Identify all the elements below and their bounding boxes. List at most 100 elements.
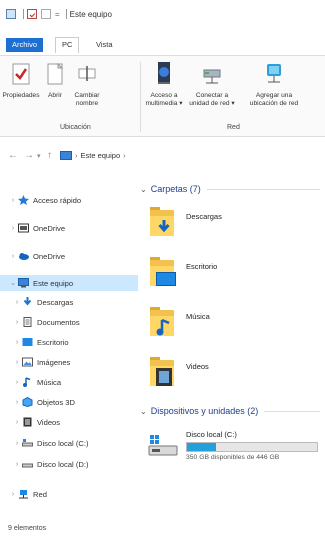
chevron-right-icon[interactable]: › — [8, 491, 18, 498]
chevron-down-icon[interactable]: ⌄ — [140, 407, 147, 416]
image-icon — [22, 357, 33, 367]
chevron-right-icon[interactable]: › — [12, 359, 22, 366]
nav-item-videos[interactable]: › Videos — [12, 414, 138, 430]
cloud-icon — [18, 251, 29, 261]
breadcrumb-este-equipo[interactable]: Este equipo — [81, 151, 121, 160]
chevron-right-icon[interactable]: › — [12, 339, 22, 346]
nav-item-descargas[interactable]: › Descargas — [12, 294, 138, 310]
folder-item-musica[interactable]: Música — [148, 306, 318, 346]
chevron-right-icon[interactable]: › — [8, 225, 18, 232]
quick-access-toolbar: = Este equipo — [6, 9, 112, 19]
nav-label: OneDrive — [33, 251, 66, 261]
chevron-right-icon[interactable]: › — [12, 319, 22, 326]
recent-locations-chevron-icon[interactable]: ▾ — [37, 152, 41, 160]
disk-icon — [22, 438, 33, 448]
nav-item-musica[interactable]: › Música — [12, 374, 138, 390]
section-header-devices[interactable]: ⌄ Dispositivos y unidades (2) — [140, 406, 320, 416]
disk-icon — [22, 459, 33, 469]
folder-label: Descargas — [186, 212, 222, 221]
network-location-icon — [267, 64, 281, 83]
chevron-right-icon[interactable]: › — [8, 253, 18, 260]
nav-item-imagenes[interactable]: › Imágenes — [12, 354, 138, 370]
drive-item-c[interactable]: Disco local (C:) 350 GB disponibles de 4… — [148, 430, 323, 470]
group-divider — [140, 62, 141, 132]
navigation-pane: › Acceso rápido › OneDrive › OneDrive ⌄ … — [0, 178, 138, 538]
drive-label: Disco local (C:) — [186, 430, 237, 439]
rename-icon — [78, 66, 96, 81]
nav-label: Disco local (C:) — [37, 438, 89, 448]
nav-label: Descargas — [37, 297, 74, 307]
map-network-drive-button[interactable]: Conectar a unidad de red ▾ — [186, 60, 238, 108]
media-server-icon — [158, 62, 170, 84]
download-icon — [22, 297, 33, 307]
nav-label: Escritorio — [37, 337, 69, 347]
nav-item-red[interactable]: › Red — [0, 486, 138, 502]
breadcrumb-separator: › — [75, 150, 78, 160]
chevron-right-icon[interactable]: › — [12, 399, 22, 406]
address-bar[interactable]: › Este equipo › — [60, 148, 126, 162]
properties-button[interactable]: Propiedades — [2, 62, 40, 100]
nav-item-onedrive-business[interactable]: › OneDrive — [0, 220, 138, 236]
drive-usage-fill — [187, 443, 216, 451]
up-arrow-icon[interactable]: ↑ — [47, 150, 52, 161]
star-icon — [18, 195, 29, 205]
chevron-right-icon[interactable]: › — [12, 299, 22, 306]
rename-button[interactable]: Cambiar nombre — [70, 62, 104, 108]
folder-item-descargas[interactable]: Descargas — [148, 206, 318, 246]
nav-label: OneDrive — [33, 223, 66, 233]
nav-item-onedrive[interactable]: › OneDrive — [0, 248, 138, 264]
open-icon — [47, 62, 64, 85]
document-icon — [22, 317, 33, 327]
media-access-label: Acceso a multimedia ▾ — [145, 92, 183, 107]
tab-pc[interactable]: PC — [55, 37, 80, 53]
chevron-right-icon[interactable]: › — [8, 197, 18, 204]
rename-label: Cambiar nombre — [74, 92, 100, 107]
chevron-right-icon[interactable]: › — [12, 440, 22, 447]
drive-free-space: 350 GB disponibles de 446 GB — [186, 454, 280, 461]
videos-folder-icon — [148, 356, 176, 388]
nav-label: Videos — [37, 417, 61, 427]
nav-item-disco-c[interactable]: › Disco local (C:) — [12, 435, 138, 451]
properties-check-icon[interactable] — [27, 9, 37, 19]
nav-item-documentos[interactable]: › Documentos — [12, 314, 138, 330]
nav-label: Disco local (D:) — [37, 459, 89, 469]
network-icon — [18, 489, 29, 499]
music-icon — [22, 377, 33, 387]
customize-arrow-icon[interactable]: = — [55, 10, 60, 19]
nav-item-objetos-3d[interactable]: › Objetos 3D — [12, 394, 138, 410]
content-pane: ⌄ Carpetas (7) Descargas Escritorio Músi… — [140, 178, 325, 538]
add-network-location-label: Agregar una ubicación de red — [249, 92, 299, 107]
chevron-down-icon[interactable]: ⌄ — [140, 185, 147, 194]
header-divider — [206, 188, 320, 190]
nav-label: Objetos 3D — [37, 397, 75, 407]
nav-item-escritorio[interactable]: › Escritorio — [12, 334, 138, 350]
nav-item-quick-access[interactable]: › Acceso rápido — [0, 192, 138, 208]
nav-label: Música — [37, 377, 62, 387]
section-header-folders[interactable]: ⌄ Carpetas (7) — [140, 184, 320, 194]
window-title: Este equipo — [69, 9, 112, 19]
ribbon-tabs: Archivo PC Vista — [0, 36, 325, 54]
group-label-location: Ubicación — [60, 124, 91, 131]
music-folder-icon — [148, 306, 176, 338]
open-button[interactable]: Abrir — [42, 62, 68, 100]
folder-label: Escritorio — [186, 262, 218, 271]
new-folder-icon[interactable] — [41, 9, 51, 19]
chevron-down-icon[interactable]: ⌄ — [8, 279, 18, 287]
tab-vista[interactable]: Vista — [90, 38, 119, 52]
media-access-button[interactable]: Acceso a multimedia ▾ — [144, 60, 184, 108]
computer-icon — [6, 9, 16, 19]
chevron-right-icon[interactable]: › — [12, 379, 22, 386]
back-arrow-icon[interactable]: ← — [8, 150, 18, 161]
folder-item-videos[interactable]: Videos — [148, 356, 318, 396]
folder-item-escritorio[interactable]: Escritorio — [148, 256, 318, 296]
group-label-network: Red — [227, 124, 240, 131]
add-network-location-button[interactable]: Agregar una ubicación de red — [244, 60, 304, 108]
nav-item-este-equipo[interactable]: ⌄ Este equipo — [0, 275, 138, 291]
tab-archivo[interactable]: Archivo — [6, 38, 44, 52]
forward-arrow-icon[interactable]: → — [24, 150, 34, 161]
nav-item-disco-d[interactable]: › Disco local (D:) — [12, 456, 138, 472]
chevron-right-icon[interactable]: › — [12, 419, 22, 426]
chevron-right-icon[interactable]: › — [12, 461, 22, 468]
properties-label: Propiedades — [2, 92, 40, 99]
folder-label: Videos — [186, 362, 209, 371]
